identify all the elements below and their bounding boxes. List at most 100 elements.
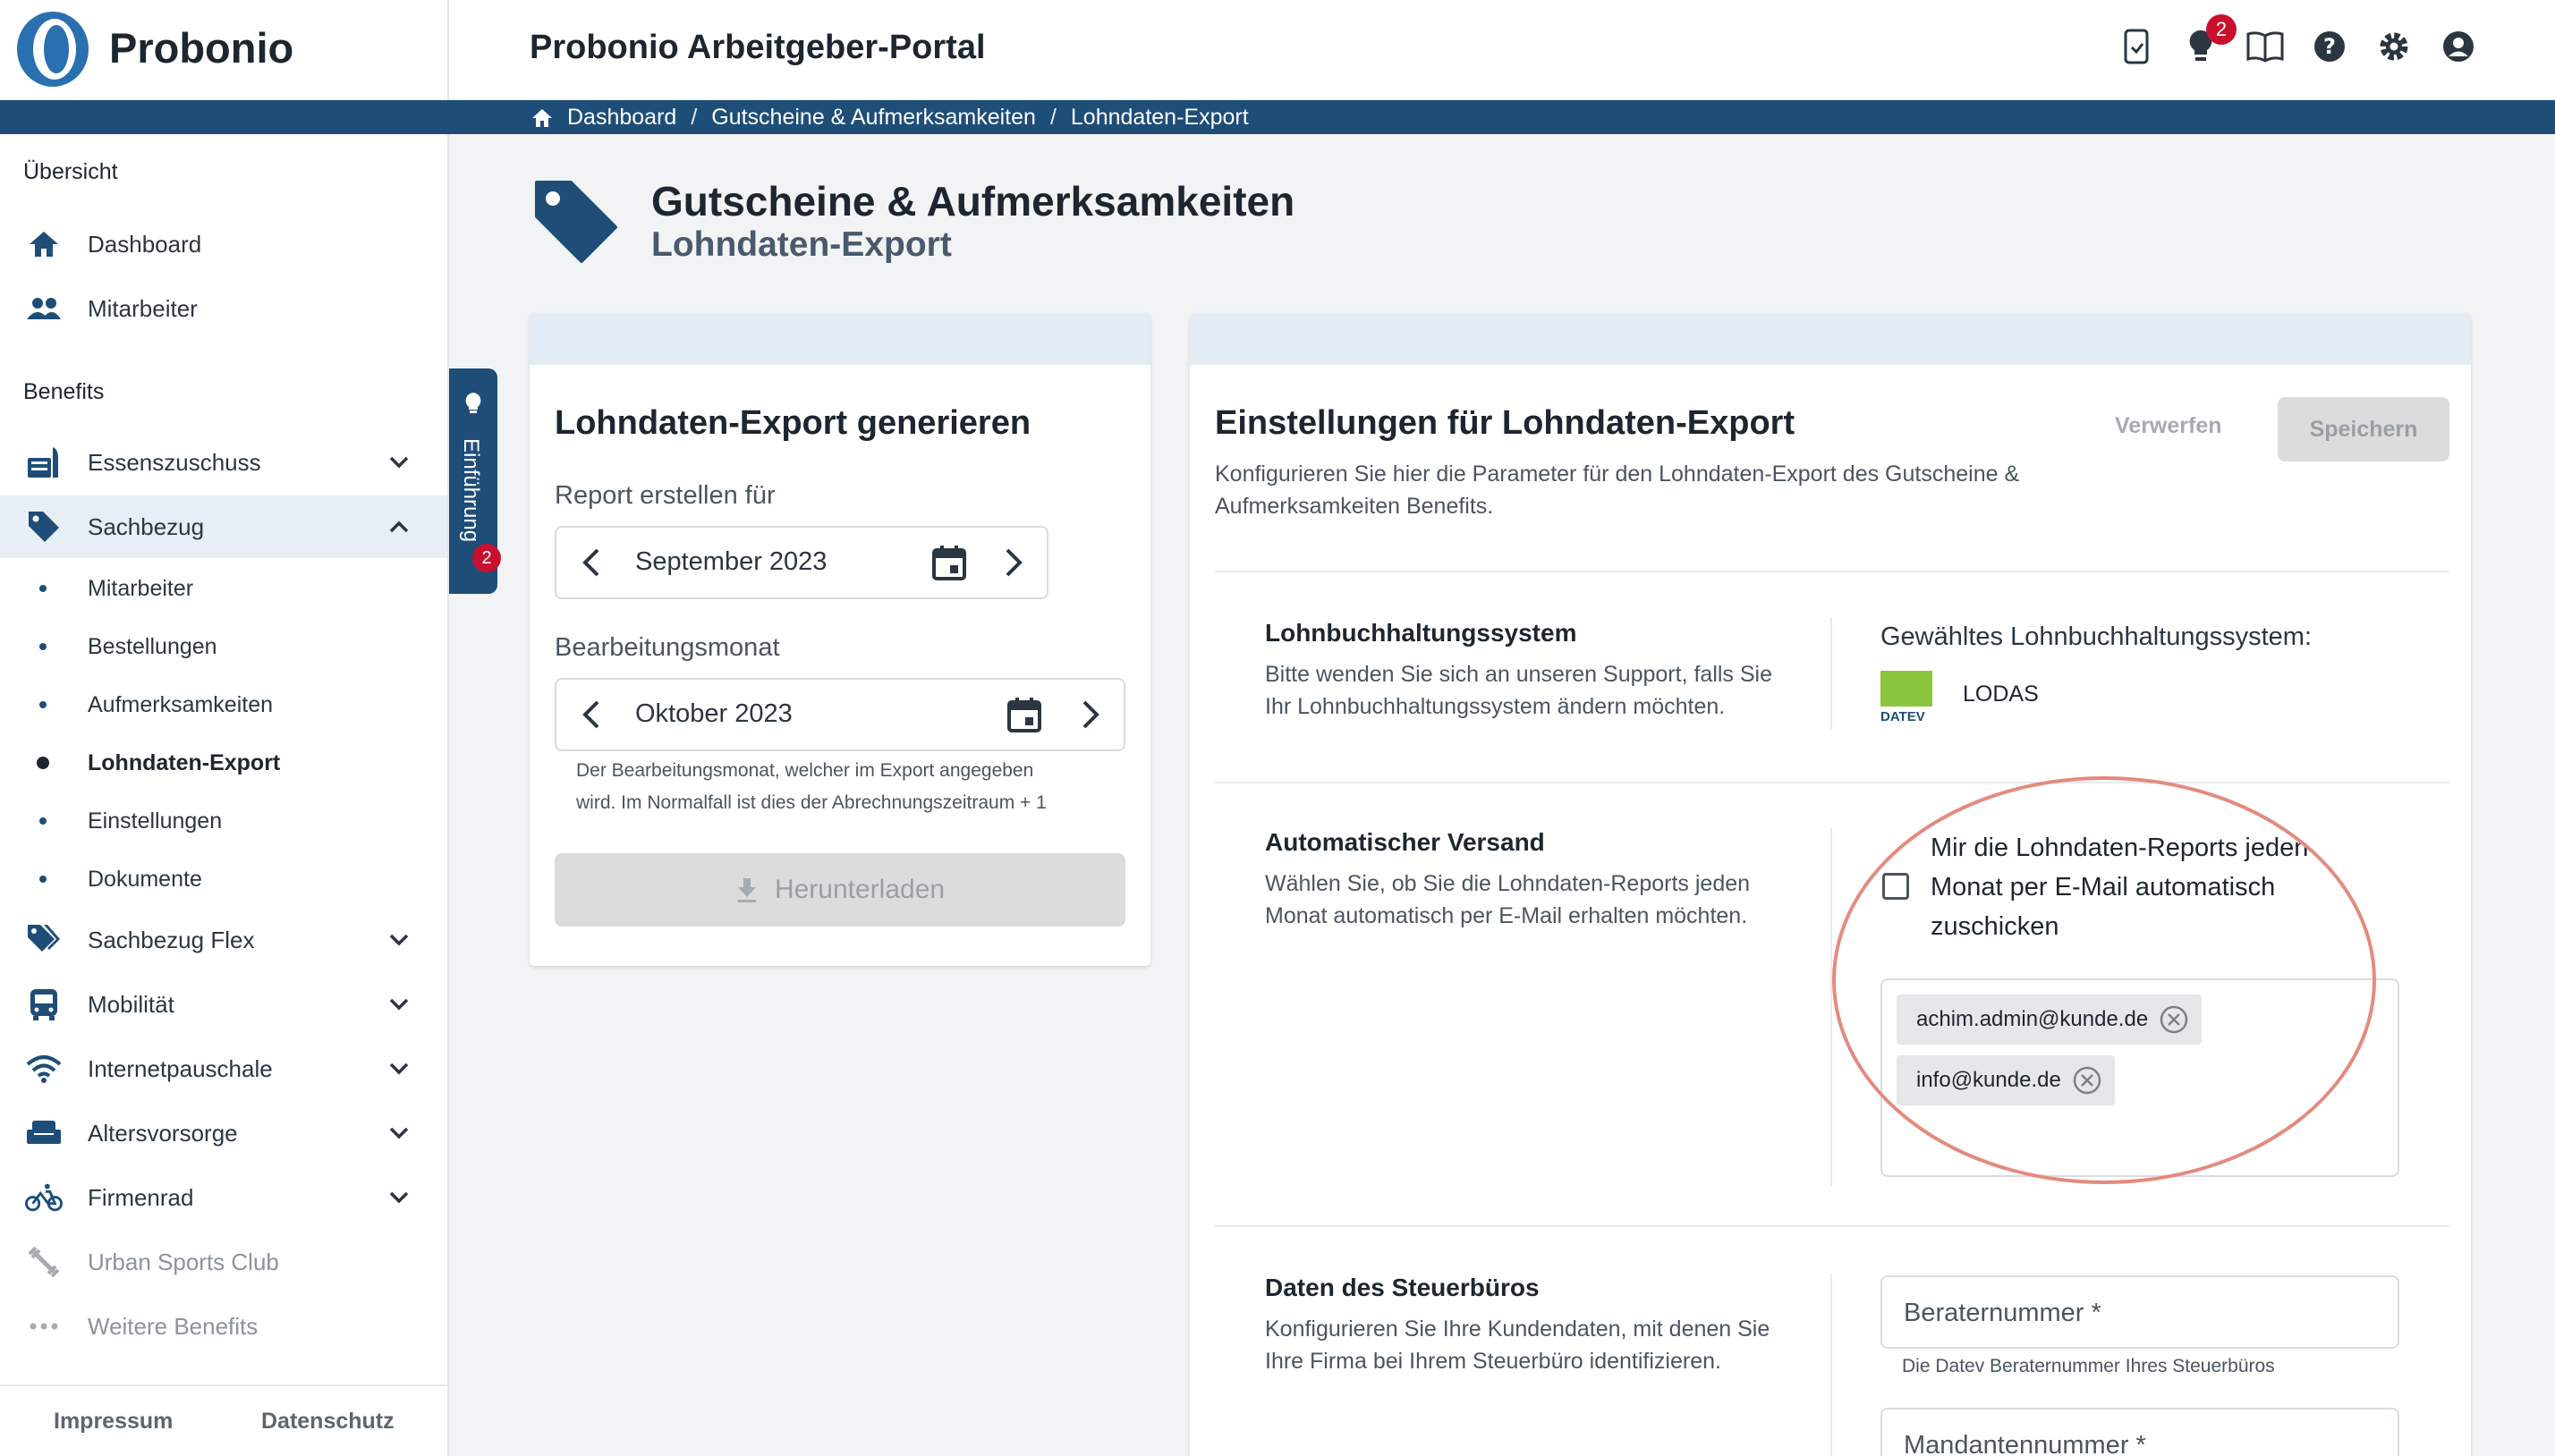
svg-text:?: ? [2323,34,2336,59]
lightbulb-icon [465,393,481,413]
chevron-left-icon[interactable] [574,545,610,580]
chevron-down-icon[interactable] [386,927,412,952]
sidebar-item-label: Sachbezug Flex [88,926,255,953]
breadcrumb-bar: Dashboard / Gutscheine & Aufmerksamkeite… [0,100,2555,134]
discard-button[interactable]: Verwerfen [2115,413,2222,439]
chevron-right-icon[interactable] [995,545,1031,580]
sidebar-item-internet[interactable]: Internetpauschale [0,1037,447,1100]
sidebar-subitem-employees[interactable]: Mitarbeiter [0,562,447,615]
sidebar-item-company-bike[interactable]: Firmenrad [0,1166,447,1229]
client-number-label: Mandantennummer * [1904,1431,2146,1456]
sidebar-item-label: Dashboard [88,230,202,258]
sidebar-footer: Impressum Datenschutz [0,1384,447,1456]
more-icon [25,1308,63,1345]
tag-icon [25,508,63,546]
sidebar-item-meal-allowance[interactable]: Essenszuschuss [0,431,447,494]
divider [447,0,449,100]
card-header [1190,313,2471,365]
section-vertical-divider [1830,617,1832,730]
tags-icon [25,921,63,959]
client-number-field[interactable]: Mandantennummer * [1880,1408,2399,1456]
gear-icon[interactable] [2374,27,2414,66]
section-vertical-divider [1830,1274,1832,1456]
sidebar-item-label: Mobilität [88,990,174,1018]
sidebar-subitem-settings[interactable]: Einstellungen [0,794,447,848]
processing-month-picker[interactable]: Oktober 2023 [555,678,1125,751]
chevron-down-icon[interactable] [386,1121,412,1146]
sidebar-item-benefit-flex[interactable]: Sachbezug Flex [0,909,447,971]
calendar-icon[interactable] [930,544,968,581]
processing-month-hint: Der Bearbeitungsmonat, welcher im Export… [576,755,1047,819]
payroll-section-title: Lohnbuchhaltungssystem [1265,619,1577,647]
sidebar-item-label: Mitarbeiter [88,294,198,322]
advisor-number-hint: Die Datev Beraternummer Ihres Steuerbüro… [1902,1356,2275,1376]
bus-icon [25,986,63,1023]
sidebar-item-label: Weitere Benefits [88,1312,259,1340]
breadcrumb-separator: / [691,105,698,130]
section-divider [1215,571,2449,572]
settings-card-title: Einstellungen für Lohndaten-Export [1215,404,1795,442]
save-button[interactable]: Speichern [2278,397,2449,461]
imprint-link[interactable]: Impressum [54,1409,173,1435]
selected-payroll-label: Gewähltes Lohnbuchhaltungssystem: [1880,622,2313,651]
sidebar-item-more-benefits[interactable]: Weitere Benefits [0,1295,447,1358]
sidebar-item-dashboard[interactable]: Dashboard [0,213,447,275]
section-vertical-divider [1830,828,1832,1186]
section-divider [1215,782,2449,783]
chevron-down-icon[interactable] [386,1056,412,1081]
chevron-left-icon[interactable] [574,697,610,732]
sidebar-item-label: Sachbezug [88,512,205,540]
sidebar-item-mobility[interactable]: Mobilität [0,973,447,1036]
sidebar-item-urban-sports[interactable]: Urban Sports Club [0,1231,447,1293]
advisor-number-label: Beraternummer * [1904,1299,2101,1327]
bullet [39,585,47,592]
privacy-link[interactable]: Datenschutz [261,1409,395,1435]
lightbulb-icon[interactable]: 2 [2181,14,2237,66]
datev-logo-text: DATEV [1880,709,1925,723]
export-card: Lohndaten-Export generieren Report erste… [530,313,1150,966]
mobile-app-icon[interactable] [2117,27,2156,66]
processing-month-value: Oktober 2023 [635,699,793,728]
auto-send-section-description: Wählen Sie, ob Sie die Lohndaten-Reports… [1265,868,1820,932]
bullet [39,643,47,650]
account-icon[interactable] [2439,27,2478,66]
intro-tab-label: Einführung [459,438,483,543]
sidebar-item-pension[interactable]: Altersvorsorge [0,1102,447,1164]
desc-line: Ihre Firma bei Ihrem Steuerbüro identifi… [1265,1349,1721,1374]
download-label: Herunterladen [774,875,946,904]
chevron-up-icon[interactable] [386,514,412,539]
chevron-down-icon[interactable] [386,992,412,1017]
sidebar-item-label: Internetpauschale [88,1054,273,1082]
advisor-number-field[interactable]: Beraternummer * [1880,1275,2399,1349]
breadcrumb-dashboard[interactable]: Dashboard [567,105,676,131]
chevron-down-icon[interactable] [386,1185,412,1210]
tax-office-section-description: Konfigurieren Sie Ihre Kundendaten, mit … [1265,1313,1820,1377]
sidebar-subitem-documents[interactable]: Dokumente [0,852,447,906]
bullet [39,701,47,708]
sidebar-subitem-gifts[interactable]: Aufmerksamkeiten [0,678,447,732]
chevron-down-icon[interactable] [386,450,412,475]
book-icon[interactable] [2245,27,2285,66]
chevron-right-icon[interactable] [1072,697,1108,732]
sidebar-subitem-label: Dokumente [88,866,202,892]
help-icon[interactable]: ? [2310,27,2349,66]
sofa-icon [25,1114,63,1152]
wifi-icon [25,1050,63,1088]
sidebar-subitem-orders[interactable]: Bestellungen [0,620,447,673]
report-month-picker[interactable]: September 2023 [555,526,1048,599]
intro-tab[interactable]: Einführung 2 [449,368,501,594]
calendar-icon[interactable] [1006,696,1043,733]
sidebar-subitem-payroll-export[interactable]: Lohndaten-Export [0,736,447,790]
desc-line: Aufmerksamkeiten Benefits. [1215,494,1494,519]
sidebar-item-benefit-in-kind[interactable]: Sachbezug [0,495,447,558]
download-button[interactable]: Herunterladen [555,853,1125,927]
sidebar-section-overview: Übersicht [23,159,118,184]
sidebar-item-employees[interactable]: Mitarbeiter [0,277,447,340]
intro-badge: 2 [472,544,501,572]
settings-card-description: Konfigurieren Sie hier die Parameter für… [1215,458,2019,522]
sidebar-subitem-label: Aufmerksamkeiten [88,691,274,717]
bike-icon [25,1179,63,1216]
home-icon[interactable] [531,108,553,128]
breadcrumb-vouchers[interactable]: Gutscheine & Aufmerksamkeiten [711,105,1036,131]
probonio-logo[interactable] [13,9,93,89]
